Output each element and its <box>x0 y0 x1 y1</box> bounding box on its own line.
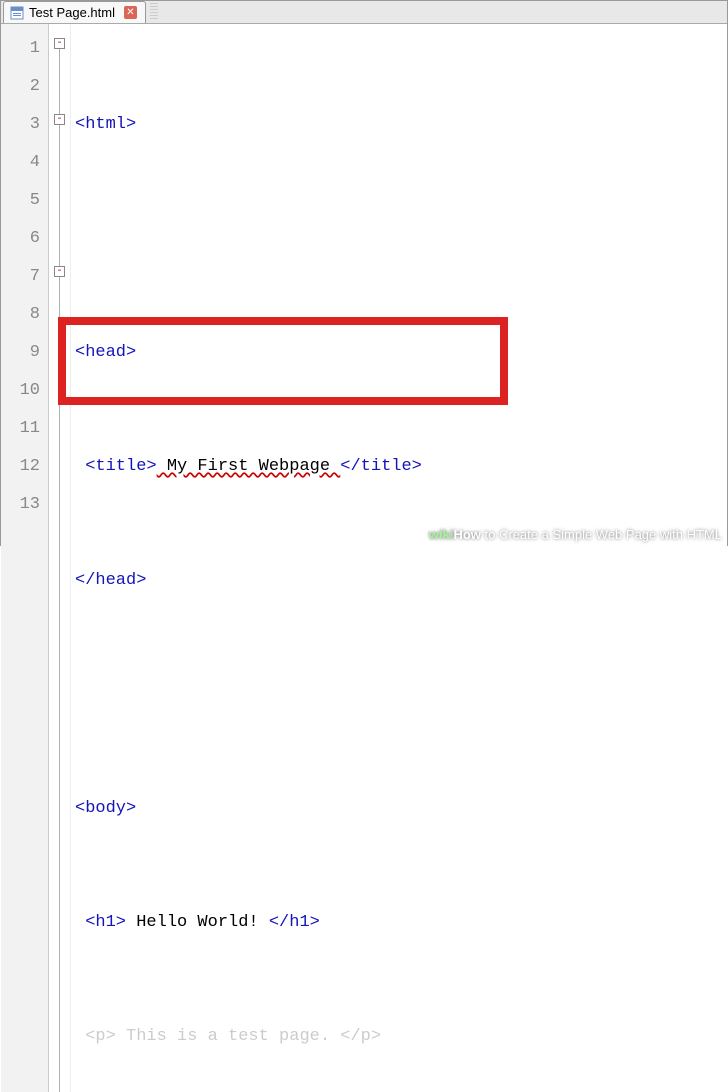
editor-window: Test Page.html ✕ 1 2 3 4 5 6 7 8 9 10 11… <box>0 0 728 546</box>
watermark: wikiHow to Create a Simple Web Page with… <box>429 527 722 542</box>
code-line: <head> <box>75 334 727 372</box>
fold-toggle[interactable]: - <box>54 38 65 49</box>
line-number: 3 <box>1 106 40 144</box>
watermark-brand: wiki <box>429 527 454 542</box>
tab-grip <box>150 3 158 21</box>
code-line: <h1> Hello World! </h1> <box>75 904 727 942</box>
code-line <box>75 676 727 714</box>
fold-guide-line <box>59 48 60 1092</box>
fold-toggle[interactable]: - <box>54 266 65 277</box>
line-number: 11 <box>1 410 40 448</box>
code-line <box>75 220 727 258</box>
code-line: <html> <box>75 106 727 144</box>
close-tab-button[interactable]: ✕ <box>124 6 137 19</box>
code-line: <body> <box>75 790 727 828</box>
line-number: 12 <box>1 448 40 486</box>
fold-column: - - - <box>49 24 71 1092</box>
line-number: 6 <box>1 220 40 258</box>
line-number: 8 <box>1 296 40 334</box>
tab-bar: Test Page.html ✕ <box>1 1 727 24</box>
line-number: 4 <box>1 144 40 182</box>
file-tab[interactable]: Test Page.html ✕ <box>3 1 146 23</box>
line-number: 5 <box>1 182 40 220</box>
tab-filename: Test Page.html <box>29 5 115 20</box>
line-number: 9 <box>1 334 40 372</box>
code-editor[interactable]: 1 2 3 4 5 6 7 8 9 10 11 12 13 - - - <htm… <box>1 24 727 1092</box>
code-area[interactable]: <html> <head> <title> My First Webpage <… <box>71 24 727 1092</box>
code-line: </head> <box>75 562 727 600</box>
line-number: 7 <box>1 258 40 296</box>
html-file-icon <box>10 6 24 20</box>
line-number: 13 <box>1 486 40 524</box>
line-number-gutter: 1 2 3 4 5 6 7 8 9 10 11 12 13 <box>1 24 49 1092</box>
line-number: 2 <box>1 68 40 106</box>
fold-toggle[interactable]: - <box>54 114 65 125</box>
line-number: 1 <box>1 30 40 68</box>
code-line: <title> My First Webpage </title> <box>75 448 727 486</box>
code-line: <p> This is a test page. </p> <box>75 1018 727 1056</box>
line-number: 10 <box>1 372 40 410</box>
